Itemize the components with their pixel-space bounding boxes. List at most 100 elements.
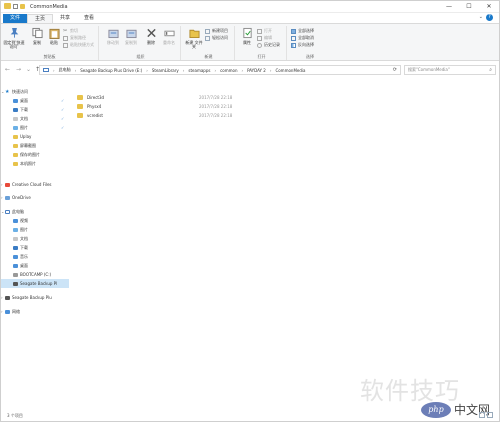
- sidebar-item-label: 本机照片: [20, 160, 36, 166]
- select-all-button[interactable]: 全部选择: [291, 28, 314, 34]
- sidebar-item-downloads-pc[interactable]: 下载: [1, 243, 69, 252]
- drive-icon: [13, 272, 18, 277]
- breadcrumb-steamlibrary[interactable]: SteamLibrary: [152, 68, 179, 73]
- sidebar-item-desktop[interactable]: 桌面 ✓: [1, 96, 69, 105]
- breadcrumb-drive[interactable]: Seagate Backup Plus Drive (E:): [80, 68, 142, 73]
- history-button[interactable]: 历史记录: [257, 42, 280, 48]
- folder-icon: [13, 152, 18, 157]
- help-icon[interactable]: ?: [486, 14, 493, 21]
- easy-access-label: 轻松访问: [212, 35, 228, 40]
- new-folder-button[interactable]: 新建 文件夹: [184, 27, 204, 49]
- tab-home[interactable]: 主页: [27, 13, 54, 23]
- tab-file[interactable]: 文件: [3, 13, 28, 23]
- sidebar-item-label: 下载: [20, 106, 28, 112]
- copy-path-button[interactable]: 复制路径: [63, 35, 86, 41]
- new-folder-icon: [188, 29, 200, 39]
- sidebar-item-label: 文档: [20, 235, 28, 241]
- sidebar-item-network[interactable]: › 网络: [1, 307, 69, 316]
- folder-icon: [77, 94, 83, 100]
- sidebar-item-label: Uplay: [20, 134, 32, 139]
- sidebar-item-seagate-e[interactable]: Seagate Backup Pl: [1, 279, 69, 288]
- copy-to-button[interactable]: 复制到: [121, 27, 141, 45]
- pin-quick-access-button[interactable]: 固定到'快速访问': [3, 27, 25, 49]
- forward-arrow-icon[interactable]: →: [15, 66, 22, 73]
- details-view-icon[interactable]: [479, 412, 485, 418]
- download-icon: [13, 245, 18, 250]
- music-icon: [13, 254, 18, 259]
- sidebar-item-label: 音乐: [20, 253, 28, 259]
- minimize-button[interactable]: —: [439, 1, 459, 12]
- list-item[interactable]: Direct3d 2017/7/28 22:18: [73, 93, 273, 101]
- open-button[interactable]: 打开: [257, 28, 272, 34]
- close-button[interactable]: ✕: [479, 1, 499, 12]
- sidebar-item-creative-cloud[interactable]: › Creative Cloud Files: [1, 180, 69, 189]
- sidebar-item-saved-pictures[interactable]: 保存的图片: [1, 150, 69, 159]
- paste-button[interactable]: 粘贴: [44, 27, 64, 45]
- tab-share[interactable]: 共享: [53, 14, 77, 23]
- crumb-separator: ›: [214, 67, 217, 73]
- desktop-icon: [13, 263, 18, 268]
- invert-selection-label: 反向选择: [298, 42, 314, 47]
- new-folder-icon[interactable]: [20, 3, 25, 9]
- paste-shortcut-button[interactable]: 粘贴快捷方式: [63, 42, 94, 48]
- breadcrumb-commonmedia[interactable]: CommonMedia: [275, 68, 305, 73]
- large-icons-view-icon[interactable]: [487, 412, 493, 418]
- sidebar-item-pictures-pc[interactable]: 图片: [1, 225, 69, 234]
- new-item-button[interactable]: 新建项目: [205, 28, 228, 34]
- breadcrumb-steamapps[interactable]: steamapps: [188, 68, 210, 73]
- tab-view[interactable]: 查看: [77, 14, 101, 23]
- paste-shortcut-icon: [63, 42, 68, 48]
- sidebar-item-bootcamp[interactable]: BOOTCAMP (C:): [1, 270, 69, 279]
- sidebar-item-desktop-pc[interactable]: 桌面: [1, 261, 69, 270]
- edit-icon: [257, 35, 262, 41]
- sidebar-item-seagate-drive[interactable]: › Seagate Backup Plu: [1, 293, 69, 302]
- breadcrumb-payday2[interactable]: PAYDAY 2: [247, 68, 266, 73]
- breadcrumb-this-pc[interactable]: 此电脑: [59, 67, 71, 73]
- clipboard-group: 固定到'快速访问' 复制 粘贴 ✂ 剪切 复制路径 粘贴快捷方式 剪贴板: [1, 26, 99, 60]
- delete-button[interactable]: 删除: [141, 27, 161, 45]
- sidebar-item-this-pc[interactable]: ⌄ 此电脑: [1, 207, 69, 216]
- navigation-pane: ⌄ ★ 快速访问 桌面 ✓ 下载 ✓ 文档 ✓ 图片 ✓ Uplay 屏幕截图 …: [1, 83, 69, 403]
- sidebar-item-music[interactable]: 音乐: [1, 252, 69, 261]
- invert-selection-button[interactable]: 反向选择: [291, 42, 314, 48]
- drive-icon: [5, 295, 10, 300]
- sidebar-item-documents-pc[interactable]: 文档: [1, 234, 69, 243]
- list-item[interactable]: Physx4 2017/7/28 22:18: [73, 102, 273, 110]
- sidebar-item-local-pictures[interactable]: 本机照片: [1, 159, 69, 168]
- chevron-down-icon[interactable]: ⌄: [479, 14, 483, 20]
- chevron-down-icon[interactable]: ⌄: [26, 66, 31, 73]
- sidebar-item-onedrive[interactable]: › OneDrive: [1, 193, 69, 202]
- select-none-button[interactable]: 全部取消: [291, 35, 314, 41]
- file-date: 2017/7/28 22:18: [199, 94, 233, 100]
- paste-label: 粘贴: [50, 40, 58, 45]
- open-group-label: 打开: [257, 54, 266, 59]
- sidebar-item-downloads[interactable]: 下载 ✓: [1, 105, 69, 114]
- delete-icon: [146, 28, 156, 38]
- sidebar-item-pictures[interactable]: 图片 ✓: [1, 123, 69, 132]
- window-controls: — ☐ ✕: [439, 1, 499, 12]
- back-arrow-icon[interactable]: ←: [4, 66, 11, 73]
- sidebar-item-screenshots[interactable]: 屏幕截图: [1, 141, 69, 150]
- address-bar[interactable]: › 此电脑 › Seagate Backup Plus Drive (E:) ›…: [39, 65, 401, 75]
- properties-icon[interactable]: [13, 3, 18, 9]
- easy-access-button[interactable]: 轻松访问: [205, 35, 228, 41]
- sidebar-item-documents[interactable]: 文档 ✓: [1, 114, 69, 123]
- breadcrumb-common[interactable]: common: [220, 68, 237, 73]
- refresh-icon[interactable]: ⟳: [393, 67, 397, 73]
- properties-button[interactable]: 属性: [237, 27, 257, 45]
- search-input[interactable]: 搜索"CommonMedia" ⌕: [404, 65, 496, 75]
- edit-button[interactable]: 编辑: [257, 35, 272, 41]
- sidebar-item-quick-access[interactable]: ⌄ ★ 快速访问: [1, 87, 69, 96]
- sidebar-item-videos[interactable]: 视频: [1, 216, 69, 225]
- address-bar-row: ← → ⌄ ↑ › 此电脑 › Seagate Backup Plus Driv…: [1, 63, 499, 77]
- sidebar-item-label: 网络: [12, 308, 20, 314]
- sidebar-item-label: 此电脑: [12, 208, 24, 214]
- sidebar-item-uplay[interactable]: Uplay: [1, 132, 69, 141]
- rename-button[interactable]: 重命名: [159, 27, 179, 45]
- list-item[interactable]: vcredist 2017/7/28 22:18: [73, 111, 273, 119]
- maximize-button[interactable]: ☐: [459, 1, 479, 12]
- cut-button[interactable]: ✂ 剪切: [63, 28, 78, 34]
- download-icon: [13, 107, 18, 112]
- move-to-button[interactable]: 移动到: [103, 27, 123, 45]
- cut-label: 剪切: [70, 28, 78, 33]
